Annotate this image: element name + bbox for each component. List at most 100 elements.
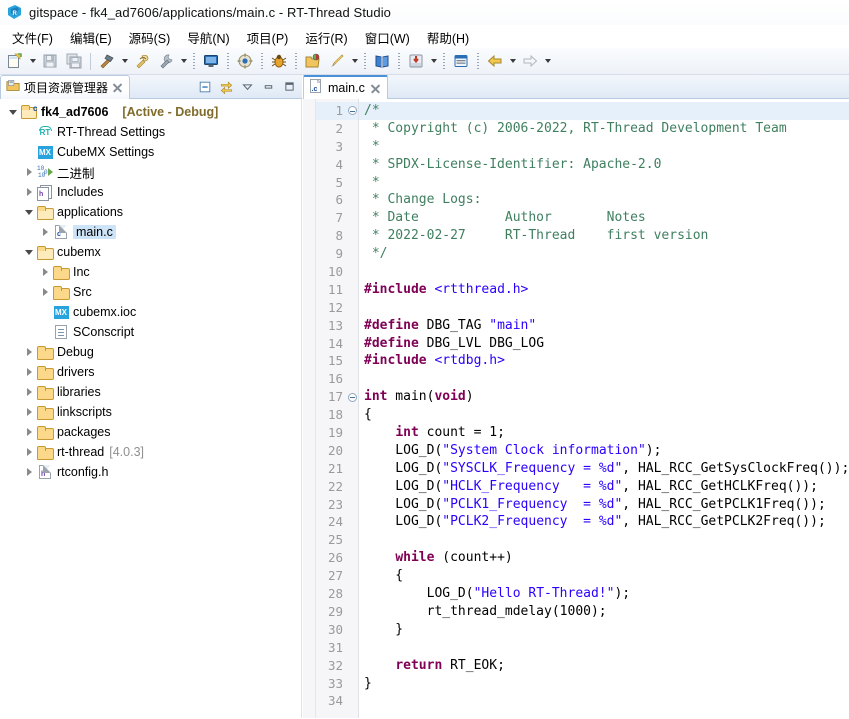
code-line[interactable] — [359, 299, 849, 317]
tree-item-rt-thread[interactable]: rt-thread [4.0.3] — [0, 442, 301, 462]
tree-item-cubemx-ioc[interactable]: MX cubemx.ioc — [0, 302, 301, 322]
import-project-icon[interactable] — [405, 50, 427, 72]
chevron-right-icon[interactable] — [22, 188, 36, 196]
menu-file[interactable]: 文件(F) — [4, 26, 62, 49]
open-package-icon[interactable] — [302, 50, 324, 72]
build-hammer-icon[interactable] — [96, 50, 118, 72]
code-line[interactable] — [359, 692, 849, 710]
code-line[interactable]: * — [359, 138, 849, 156]
code-line[interactable]: return RT_EOK; — [359, 657, 849, 675]
close-icon[interactable] — [112, 82, 123, 93]
tab-project-explorer[interactable]: 项目资源管理器 — [0, 75, 131, 99]
menu-edit[interactable]: 编辑(E) — [62, 26, 121, 49]
tree-item-project[interactable]: c fk4_ad7606 [Active - Debug] — [0, 102, 301, 122]
code-line[interactable]: * Change Logs: — [359, 191, 849, 209]
clean-project-icon[interactable] — [131, 50, 153, 72]
collapse-all-icon[interactable] — [196, 78, 214, 96]
chevron-right-icon[interactable] — [22, 348, 36, 356]
chevron-right-icon[interactable] — [22, 428, 36, 436]
save-all-icon[interactable] — [63, 50, 85, 72]
code-line[interactable]: * Copyright (c) 2006-2022, RT-Thread Dev… — [359, 120, 849, 138]
maximize-view-icon[interactable] — [280, 78, 298, 96]
code-line[interactable]: LOG_D("SYSCLK_Frequency = %d", HAL_RCC_G… — [359, 460, 849, 478]
chevron-down-icon[interactable] — [6, 109, 20, 115]
code-line[interactable]: int count = 1; — [359, 424, 849, 442]
chevron-right-icon[interactable] — [38, 228, 52, 236]
menu-navigate[interactable]: 导航(N) — [179, 26, 238, 49]
code-line[interactable]: #define DBG_TAG "main" — [359, 317, 849, 335]
code-line[interactable]: } — [359, 675, 849, 693]
chevron-down-icon[interactable] — [22, 249, 36, 255]
new-file-dropdown-arrow-icon[interactable] — [27, 50, 38, 72]
close-icon[interactable] — [370, 83, 381, 94]
flash-download-icon[interactable] — [326, 50, 348, 72]
code-line[interactable]: #include <rtthread.h> — [359, 281, 849, 299]
code-editor[interactable]: 1 2 3 4 5 6 7 8 9 10 11 12 13 14 15 16 17 18 19 20 21 22 23 24 2… — [303, 99, 849, 719]
code-line[interactable] — [359, 263, 849, 281]
tree-item-linkscripts[interactable]: linkscripts — [0, 402, 301, 422]
code-line[interactable]: */ — [359, 245, 849, 263]
tree-item-cubemx[interactable]: cubemx — [0, 242, 301, 262]
menu-window[interactable]: 窗口(W) — [357, 26, 419, 49]
chevron-right-icon[interactable] — [38, 268, 52, 276]
project-tree[interactable]: c fk4_ad7606 [Active - Debug] RT RT-Thread S… — [0, 99, 302, 719]
menu-help[interactable]: 帮助(H) — [419, 26, 478, 49]
code-line[interactable]: * Date Author Notes — [359, 209, 849, 227]
wrench-dropdown-arrow-icon[interactable] — [178, 50, 189, 72]
chevron-right-icon[interactable] — [22, 388, 36, 396]
chevron-right-icon[interactable] — [22, 448, 36, 456]
code-line[interactable]: LOG_D("System Clock information"); — [359, 442, 849, 460]
editor-marker-column[interactable] — [303, 99, 316, 719]
tree-item-libraries[interactable]: libraries — [0, 382, 301, 402]
menu-run[interactable]: 运行(R) — [297, 26, 356, 49]
chevron-right-icon[interactable] — [22, 168, 36, 176]
code-line[interactable]: int main(void) — [359, 388, 849, 406]
menu-source[interactable]: 源码(S) — [121, 26, 180, 49]
chevron-right-icon[interactable] — [22, 368, 36, 376]
build-dropdown-arrow-icon[interactable] — [119, 50, 130, 72]
forward-navigation-icon[interactable] — [519, 50, 541, 72]
import-dropdown-arrow-icon[interactable] — [428, 50, 439, 72]
flash-dropdown-arrow-icon[interactable] — [349, 50, 360, 72]
menu-project[interactable]: 项目(P) — [239, 26, 298, 49]
debug-config-gear-icon[interactable] — [234, 50, 256, 72]
code-line[interactable]: #include <rtdbg.h> — [359, 352, 849, 370]
forward-dropdown-arrow-icon[interactable] — [542, 50, 553, 72]
save-icon[interactable] — [39, 50, 61, 72]
documentation-book-icon[interactable] — [371, 50, 393, 72]
editor-code-area[interactable]: /* * Copyright (c) 2006-2022, RT-Thread … — [359, 99, 849, 719]
tree-item-includes[interactable]: h Includes — [0, 182, 301, 202]
code-line[interactable] — [359, 639, 849, 657]
debug-bug-icon[interactable] — [268, 50, 290, 72]
new-file-icon[interactable] — [4, 50, 26, 72]
fold-toggle-icon[interactable] — [346, 102, 358, 120]
chevron-right-icon[interactable] — [22, 408, 36, 416]
code-line[interactable]: * SPDX-License-Identifier: Apache-2.0 — [359, 156, 849, 174]
code-line[interactable]: { — [359, 567, 849, 585]
tree-item-sconscript[interactable]: SConscript — [0, 322, 301, 342]
minimize-view-icon[interactable] — [259, 78, 277, 96]
code-line[interactable]: * — [359, 174, 849, 192]
fold-toggle-icon[interactable] — [346, 388, 358, 406]
wrench-settings-icon[interactable] — [155, 50, 177, 72]
code-line[interactable] — [359, 531, 849, 549]
code-line[interactable]: /* — [359, 102, 849, 120]
code-line[interactable]: LOG_D("PCLK1_Frequency = %d", HAL_RCC_Ge… — [359, 496, 849, 514]
tree-item-inc[interactable]: Inc — [0, 262, 301, 282]
code-line[interactable]: #define DBG_LVL DBG_LOG — [359, 335, 849, 353]
tree-item-binaries[interactable]: 10 01 10 二进制 — [0, 162, 301, 182]
tree-item-packages[interactable]: packages — [0, 422, 301, 442]
tree-item-cubemx-settings[interactable]: MX CubeMX Settings — [0, 142, 301, 162]
tree-item-rt-thread-settings[interactable]: RT RT-Thread Settings — [0, 122, 301, 142]
code-line[interactable]: LOG_D("Hello RT-Thread!"); — [359, 585, 849, 603]
back-dropdown-arrow-icon[interactable] — [507, 50, 518, 72]
editor-fold-column[interactable] — [346, 99, 359, 719]
tree-item-debug[interactable]: Debug — [0, 342, 301, 362]
tree-item-drivers[interactable]: drivers — [0, 362, 301, 382]
code-line[interactable]: * 2022-02-27 RT-Thread first version — [359, 227, 849, 245]
code-line[interactable]: while (count++) — [359, 549, 849, 567]
code-line[interactable]: LOG_D("PCLK2_Frequency = %d", HAL_RCC_Ge… — [359, 513, 849, 531]
code-line[interactable] — [359, 370, 849, 388]
view-menu-icon[interactable] — [238, 78, 256, 96]
code-line[interactable]: { — [359, 406, 849, 424]
